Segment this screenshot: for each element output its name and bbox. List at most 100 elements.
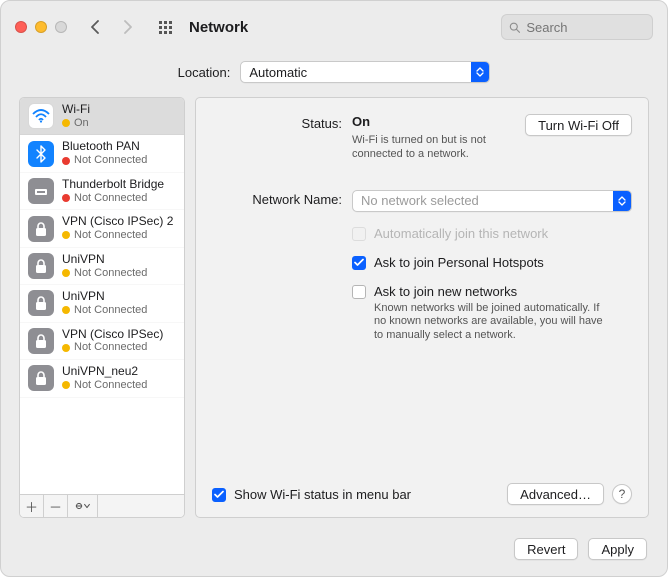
lock-icon bbox=[28, 290, 54, 316]
status-dot-icon bbox=[62, 381, 70, 389]
service-text: VPN (Cisco IPSec)Not Connected bbox=[62, 328, 163, 354]
ask-new-label: Ask to join new networks bbox=[374, 284, 604, 299]
back-button[interactable] bbox=[83, 15, 107, 39]
toolbar: Network bbox=[1, 1, 667, 53]
network-preferences-window: Network Location: Automatic Wi-FiOnBluet… bbox=[0, 0, 668, 577]
service-item[interactable]: VPN (Cisco IPSec) 2Not Connected bbox=[20, 210, 184, 247]
status-dot-icon bbox=[62, 119, 70, 127]
auto-join-label: Automatically join this network bbox=[374, 226, 548, 241]
minimize-button[interactable] bbox=[35, 21, 47, 33]
main-area: Wi-FiOnBluetooth PANNot ConnectedThunder… bbox=[1, 97, 667, 528]
bluetooth-icon bbox=[28, 141, 54, 167]
apply-button[interactable]: Apply bbox=[588, 538, 647, 560]
ask-new-description: Known networks will be joined automatica… bbox=[374, 302, 604, 343]
status-dot-icon bbox=[62, 231, 70, 239]
service-status: Not Connected bbox=[62, 379, 147, 392]
service-name: UniVPN bbox=[62, 290, 147, 304]
ask-new-checkbox[interactable] bbox=[352, 285, 366, 299]
search-icon bbox=[509, 21, 520, 34]
sidebar-toolbar: ＋ － bbox=[20, 494, 184, 517]
select-stepper-icon bbox=[471, 62, 489, 82]
wifi-icon bbox=[28, 103, 54, 129]
action-menu-icon bbox=[75, 501, 91, 511]
turn-wifi-off-button[interactable]: Turn Wi-Fi Off bbox=[525, 114, 632, 136]
show-status-checkbox[interactable] bbox=[212, 488, 226, 502]
service-name: UniVPN_neu2 bbox=[62, 365, 147, 379]
service-status: Not Connected bbox=[62, 192, 164, 205]
service-name: Thunderbolt Bridge bbox=[62, 178, 164, 192]
service-item[interactable]: UniVPNNot Connected bbox=[20, 248, 184, 285]
service-status: Not Connected bbox=[62, 229, 173, 242]
service-name: Wi-Fi bbox=[62, 103, 90, 117]
ask-hotspot-checkbox[interactable] bbox=[352, 256, 366, 270]
service-detail: Status: On Wi-Fi is turned on but is not… bbox=[195, 97, 649, 518]
location-value: Automatic bbox=[249, 65, 307, 80]
location-label: Location: bbox=[178, 65, 231, 80]
service-text: UniVPNNot Connected bbox=[62, 290, 147, 316]
auto-join-checkbox-row: Automatically join this network bbox=[352, 226, 632, 241]
ask-hotspot-checkbox-row: Ask to join Personal Hotspots bbox=[352, 255, 632, 270]
show-all-button[interactable] bbox=[153, 15, 177, 39]
service-item[interactable]: Bluetooth PANNot Connected bbox=[20, 135, 184, 172]
service-text: UniVPN_neu2Not Connected bbox=[62, 365, 147, 391]
service-item[interactable]: Thunderbolt BridgeNot Connected bbox=[20, 173, 184, 210]
help-button[interactable]: ? bbox=[612, 484, 632, 504]
add-service-button[interactable]: ＋ bbox=[20, 495, 44, 517]
window-title: Network bbox=[189, 19, 248, 36]
remove-service-button[interactable]: － bbox=[44, 495, 68, 517]
service-name: Bluetooth PAN bbox=[62, 140, 147, 154]
lock-icon bbox=[28, 253, 54, 279]
service-text: UniVPNNot Connected bbox=[62, 253, 147, 279]
network-name-value: No network selected bbox=[361, 193, 479, 208]
select-stepper-icon bbox=[613, 191, 631, 211]
status-dot-icon bbox=[62, 194, 70, 202]
status-row: Status: On Wi-Fi is turned on but is not… bbox=[212, 114, 632, 162]
status-dot-icon bbox=[62, 157, 70, 165]
network-name-select[interactable]: No network selected bbox=[352, 190, 632, 212]
service-status: Not Connected bbox=[62, 304, 147, 317]
network-name-row: Network Name: No network selected Automa… bbox=[212, 190, 632, 343]
window-controls bbox=[15, 21, 67, 33]
status-dot-icon bbox=[62, 344, 70, 352]
service-name: VPN (Cisco IPSec) bbox=[62, 328, 163, 342]
location-select[interactable]: Automatic bbox=[240, 61, 490, 83]
search-field-wrap[interactable] bbox=[501, 14, 653, 40]
service-name: UniVPN bbox=[62, 253, 147, 267]
advanced-button[interactable]: Advanced… bbox=[507, 483, 604, 505]
status-dot-icon bbox=[62, 306, 70, 314]
thunderbolt-icon bbox=[28, 178, 54, 204]
bottom-bar: Revert Apply bbox=[1, 528, 667, 576]
status-dot-icon bbox=[62, 269, 70, 277]
service-actions-button[interactable] bbox=[68, 495, 98, 517]
ask-hotspot-label: Ask to join Personal Hotspots bbox=[374, 255, 544, 270]
lock-icon bbox=[28, 365, 54, 391]
service-item[interactable]: Wi-FiOn bbox=[20, 98, 184, 135]
service-text: VPN (Cisco IPSec) 2Not Connected bbox=[62, 215, 173, 241]
service-status: Not Connected bbox=[62, 341, 163, 354]
service-item[interactable]: UniVPNNot Connected bbox=[20, 285, 184, 322]
location-row: Location: Automatic bbox=[1, 53, 667, 97]
chevron-right-icon bbox=[123, 20, 132, 34]
ask-new-checkbox-row: Ask to join new networks Known networks … bbox=[352, 284, 632, 343]
service-text: Bluetooth PANNot Connected bbox=[62, 140, 147, 166]
status-label: Status: bbox=[212, 114, 342, 131]
service-text: Thunderbolt BridgeNot Connected bbox=[62, 178, 164, 204]
auto-join-checkbox bbox=[352, 227, 366, 241]
zoom-button-disabled bbox=[55, 21, 67, 33]
service-list[interactable]: Wi-FiOnBluetooth PANNot ConnectedThunder… bbox=[20, 98, 184, 494]
chevron-left-icon bbox=[91, 20, 100, 34]
lock-icon bbox=[28, 216, 54, 242]
detail-footer: Show Wi-Fi status in menu bar Advanced… … bbox=[212, 483, 632, 505]
service-status: Not Connected bbox=[62, 267, 147, 280]
service-item[interactable]: UniVPN_neu2Not Connected bbox=[20, 360, 184, 397]
revert-button[interactable]: Revert bbox=[514, 538, 578, 560]
grid-icon bbox=[159, 21, 172, 34]
status-value: On bbox=[352, 114, 370, 129]
close-button[interactable] bbox=[15, 21, 27, 33]
service-status: On bbox=[62, 117, 90, 130]
forward-button-disabled bbox=[115, 15, 139, 39]
service-item[interactable]: VPN (Cisco IPSec)Not Connected bbox=[20, 323, 184, 360]
lock-icon bbox=[28, 328, 54, 354]
search-input[interactable] bbox=[526, 20, 645, 35]
network-name-label: Network Name: bbox=[212, 190, 342, 207]
